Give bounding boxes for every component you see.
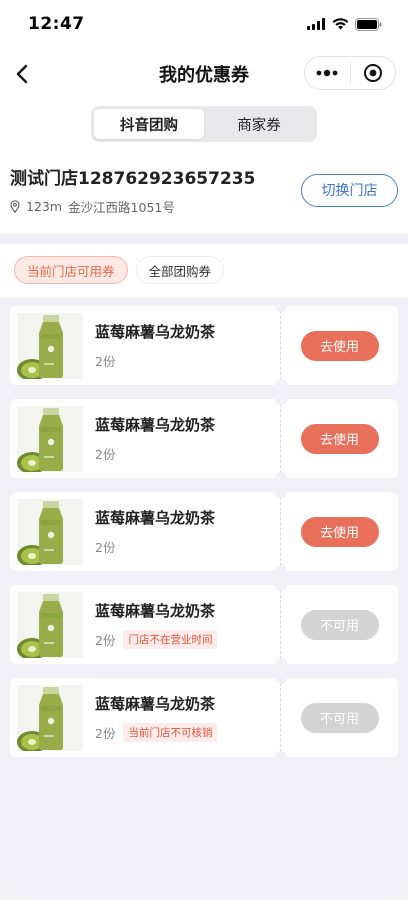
ticket-notch-bottom — [275, 472, 287, 478]
status-bar: 12:47 — [0, 0, 408, 48]
coupon-action: 去使用 — [275, 492, 398, 571]
location-pin-icon — [10, 200, 20, 213]
coupon-main[interactable]: 蓝莓麻薯乌龙奶茶 2份 — [10, 492, 280, 571]
target-circle-icon — [363, 64, 382, 82]
coupon-card[interactable]: 蓝莓麻薯乌龙奶茶 2份 去使用 — [10, 306, 398, 385]
more-dots-icon — [316, 69, 338, 77]
use-coupon-button[interactable]: 去使用 — [300, 516, 379, 547]
ticket-notch-bottom — [275, 658, 287, 664]
product-bottle-kiwi-image — [17, 591, 83, 658]
segment-wrapper: 抖音团购 商家券 — [0, 100, 408, 142]
product-name: 蓝莓麻薯乌龙奶茶 — [95, 416, 216, 434]
use-coupon-button: 不可用 — [300, 609, 379, 640]
unavailable-reason-tag: 门店不在营业时间 — [123, 630, 218, 649]
qty-row: 2份 当前门店不可核销 — [95, 723, 218, 742]
switch-store-button[interactable]: 切换门店 — [301, 173, 398, 207]
ticket-notch-bottom — [275, 565, 287, 571]
wifi-icon — [332, 18, 349, 30]
use-coupon-button[interactable]: 去使用 — [300, 330, 379, 361]
status-icons — [307, 17, 382, 31]
use-coupon-button[interactable]: 去使用 — [300, 423, 379, 454]
coupon-list: 蓝莓麻薯乌龙奶茶 2份 去使用 蓝莓麻薯乌龙奶茶 2份 去使用 蓝莓麻薯乌龙奶茶… — [0, 298, 408, 757]
store-meta: 123m 金沙江西路1051号 — [10, 197, 255, 216]
coupon-info: 蓝莓麻薯乌龙奶茶 2份 当前门店不可核销 — [95, 693, 218, 742]
filter-current-store[interactable]: 当前门店可用券 — [14, 256, 128, 284]
qty-row: 2份 — [95, 537, 215, 556]
store-info: 测试门店128762923657235 123m 金沙江西路1051号 切换门店 — [0, 142, 408, 216]
store-address: 金沙江西路1051号 — [68, 200, 175, 215]
store-text: 测试门店128762923657235 123m 金沙江西路1051号 — [10, 164, 255, 216]
coupon-quantity: 2份 — [95, 354, 116, 369]
product-bottle-kiwi-image — [17, 498, 83, 565]
ticket-notch-bottom — [275, 379, 287, 385]
coupon-card[interactable]: 蓝莓麻薯乌龙奶茶 2份 门店不在营业时间 不可用 — [10, 585, 398, 664]
coupon-main[interactable]: 蓝莓麻薯乌龙奶茶 2份 — [10, 306, 280, 385]
filter-bar: 当前门店可用券 全部团购券 — [0, 244, 408, 298]
qty-row: 2份 — [95, 444, 215, 463]
chevron-left-icon — [16, 64, 28, 84]
store-name: 测试门店128762923657235 — [10, 169, 256, 189]
product-bottle-kiwi-image — [17, 684, 83, 751]
battery-icon — [355, 17, 382, 31]
coupon-info: 蓝莓麻薯乌龙奶茶 2份 — [95, 321, 215, 370]
product-image — [17, 591, 83, 658]
product-bottle-kiwi-image — [17, 312, 83, 379]
page-title: 我的优惠券 — [159, 65, 249, 86]
coupon-info: 蓝莓麻薯乌龙奶茶 2份 门店不在营业时间 — [95, 600, 218, 649]
use-coupon-button: 不可用 — [300, 702, 379, 733]
coupon-main[interactable]: 蓝莓麻薯乌龙奶茶 2份 — [10, 399, 280, 478]
product-name: 蓝莓麻薯乌龙奶茶 — [95, 323, 216, 341]
coupon-action: 不可用 — [275, 585, 398, 664]
qty-row: 2份 门店不在营业时间 — [95, 630, 218, 649]
filter-all-groupbuy[interactable]: 全部团购券 — [135, 256, 225, 284]
status-time: 12:47 — [28, 14, 85, 34]
more-button[interactable] — [305, 57, 350, 89]
coupon-quantity: 2份 — [95, 447, 116, 462]
close-mini-program-button[interactable] — [350, 57, 395, 89]
store-distance: 123m — [26, 199, 63, 214]
back-button[interactable] — [6, 56, 38, 92]
mini-program-capsule — [304, 56, 396, 90]
tab-merchant-coupon[interactable]: 商家券 — [204, 109, 314, 139]
coupon-quantity: 2份 — [95, 633, 116, 648]
product-name: 蓝莓麻薯乌龙奶茶 — [95, 509, 216, 527]
product-bottle-kiwi-image — [17, 405, 83, 472]
product-name: 蓝莓麻薯乌龙奶茶 — [95, 695, 216, 713]
coupon-info: 蓝莓麻薯乌龙奶茶 2份 — [95, 414, 215, 463]
coupon-card[interactable]: 蓝莓麻薯乌龙奶茶 2份 去使用 — [10, 492, 398, 571]
coupon-card[interactable]: 蓝莓麻薯乌龙奶茶 2份 当前门店不可核销 不可用 — [10, 678, 398, 757]
product-image — [17, 498, 83, 565]
product-image — [17, 312, 83, 379]
product-image — [17, 684, 83, 751]
coupon-action: 去使用 — [275, 306, 398, 385]
coupon-card[interactable]: 蓝莓麻薯乌龙奶茶 2份 去使用 — [10, 399, 398, 478]
coupon-quantity: 2份 — [95, 540, 116, 555]
coupon-action: 不可用 — [275, 678, 398, 757]
coupon-main[interactable]: 蓝莓麻薯乌龙奶茶 2份 门店不在营业时间 — [10, 585, 280, 664]
unavailable-reason-tag: 当前门店不可核销 — [123, 723, 218, 742]
coupon-main[interactable]: 蓝莓麻薯乌龙奶茶 2份 当前门店不可核销 — [10, 678, 280, 757]
phone-screen: 12:47 我的优惠券 抖音团购 商家券 测试门店128762923657235… — [0, 0, 408, 900]
signal-icon — [307, 18, 325, 30]
product-image — [17, 405, 83, 472]
coupon-action: 去使用 — [275, 399, 398, 478]
ticket-notch-bottom — [275, 751, 287, 757]
segment-control: 抖音团购 商家券 — [91, 106, 317, 142]
qty-row: 2份 — [95, 351, 215, 370]
nav-bar: 我的优惠券 — [0, 48, 408, 100]
header-section: 抖音团购 商家券 测试门店128762923657235 123m 金沙江西路1… — [0, 100, 408, 234]
coupon-quantity: 2份 — [95, 726, 116, 741]
product-name: 蓝莓麻薯乌龙奶茶 — [95, 602, 216, 620]
coupon-info: 蓝莓麻薯乌龙奶茶 2份 — [95, 507, 215, 556]
tab-douyin-groupbuy[interactable]: 抖音团购 — [94, 109, 204, 139]
